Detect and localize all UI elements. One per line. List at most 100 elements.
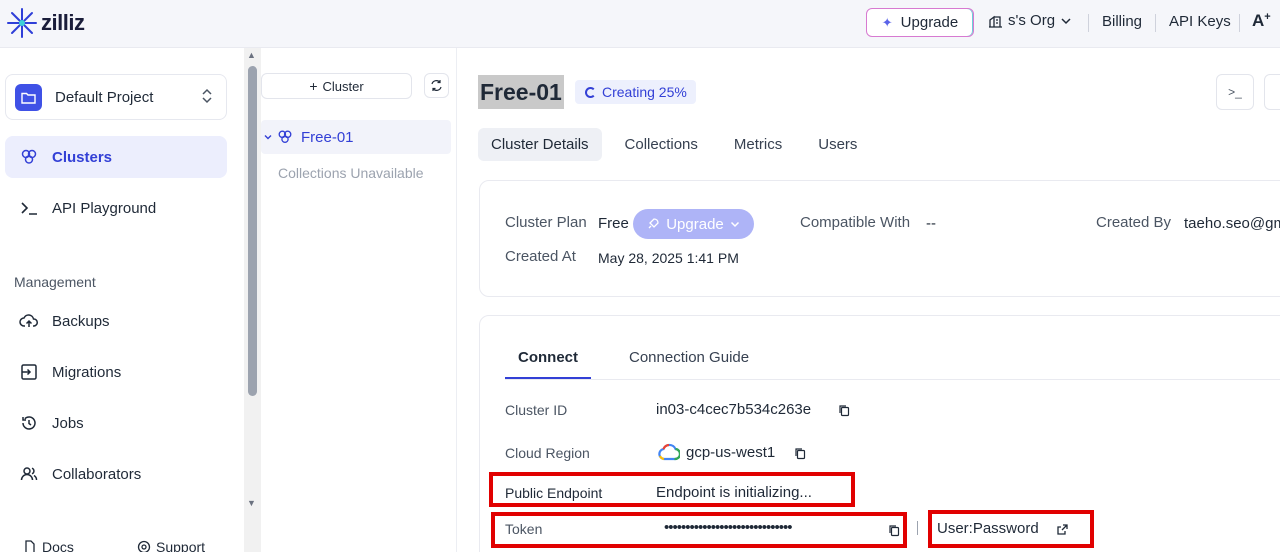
billing-link[interactable]: Billing [1102, 13, 1142, 30]
chevron-down-icon [730, 221, 739, 228]
org-name: s's Org [1008, 12, 1056, 29]
project-name: Default Project [55, 88, 154, 106]
cluster-tabs: Cluster Details Collections Metrics User… [478, 128, 880, 161]
created-by-label: Created By [1096, 214, 1172, 231]
clusters-icon [19, 148, 39, 166]
sparkle-icon: ✦ [881, 14, 893, 30]
tree-cluster-name: Free-01 [301, 128, 354, 146]
section-label-management: Management [14, 274, 96, 290]
users-icon [19, 465, 39, 483]
cloud-region-label: Cloud Region [505, 445, 590, 461]
tab-cluster-details[interactable]: Cluster Details [478, 128, 602, 161]
collections-unavailable-label: Collections Unavailable [278, 165, 424, 181]
upgrade-button-label: Upgrade [900, 14, 959, 31]
refresh-button[interactable] [424, 73, 449, 98]
api-keys-link[interactable]: API Keys [1169, 13, 1231, 30]
tab-users[interactable]: Users [805, 128, 870, 161]
cluster-details-card: Cluster Plan Free Upgrade Compatible Wit… [479, 180, 1280, 297]
docs-label: Docs [42, 539, 74, 552]
highlight-box-token [491, 512, 907, 548]
created-at-value: May 28, 2025 1:41 PM [598, 250, 739, 266]
clusters-icon [278, 130, 292, 143]
support-link[interactable]: Support [137, 539, 205, 552]
copy-icon[interactable] [838, 404, 850, 422]
logo-text: zilliz [41, 10, 85, 35]
page-title: Free-01 [478, 75, 564, 109]
status-badge: Creating 25% [575, 80, 696, 104]
tab-metrics[interactable]: Metrics [721, 128, 795, 161]
org-selector[interactable]: s's Org [988, 12, 1073, 29]
terminal-button[interactable]: >_ [1216, 74, 1254, 110]
sidebar-item-label: Migrations [52, 363, 122, 381]
sidebar-item-label: Jobs [52, 414, 84, 432]
sidebar-item-backups[interactable]: Backups [5, 300, 227, 342]
sidebar-item-label: Collaborators [52, 465, 142, 483]
folder-icon [15, 83, 42, 111]
highlight-box-user-password [928, 510, 1094, 548]
top-bar: zilliz ✦ Upgrade s's Org Billing API Key… [0, 0, 1280, 48]
history-icon [19, 414, 39, 432]
sidebar-item-clusters[interactable]: Clusters [5, 136, 227, 178]
refresh-icon [431, 80, 442, 91]
status-text: Creating 25% [602, 84, 687, 100]
google-cloud-icon [658, 443, 682, 466]
plan-upgrade-label: Upgrade [666, 215, 724, 233]
chevron-down-icon [264, 135, 272, 140]
sidebar-item-jobs[interactable]: Jobs [5, 402, 227, 444]
cluster-plan-value: Free [598, 215, 629, 232]
copy-icon[interactable] [794, 447, 806, 465]
terminal-icon [19, 200, 39, 216]
sidebar-item-label: API Playground [52, 199, 157, 217]
sidebar-item-migrations[interactable]: Migrations [5, 351, 227, 393]
docs-link[interactable]: Docs [24, 539, 74, 552]
cluster-id-value: in03-c4cec7b534c263e [656, 401, 812, 418]
scroll-up-arrow-icon[interactable]: ▲ [247, 50, 256, 60]
building-icon [989, 15, 1002, 28]
sidebar-item-api-playground[interactable]: API Playground [5, 187, 227, 229]
text-size-plus-icon: + [1264, 11, 1271, 23]
cluster-tree-panel: + Cluster Free-01 Collections Unavailabl… [261, 48, 457, 552]
tab-connection-guide[interactable]: Connection Guide [629, 349, 749, 379]
scrollbar-thumb[interactable] [248, 66, 257, 396]
created-by-value: taeho.seo@gm [1184, 215, 1280, 232]
created-at-label: Created At [505, 248, 576, 265]
plan-upgrade-button[interactable]: Upgrade [633, 209, 754, 239]
sidebar-item-label: Backups [52, 312, 110, 330]
support-icon [137, 540, 151, 552]
support-label: Support [156, 539, 206, 552]
terminal-icon: >_ [1228, 85, 1242, 99]
zilliz-logo[interactable]: zilliz [6, 6, 85, 40]
cloud-region-value: gcp-us-west1 [686, 444, 776, 461]
sidebar-item-collaborators[interactable]: Collaborators [5, 453, 227, 495]
rocket-icon [648, 218, 659, 229]
migration-icon [19, 363, 39, 381]
highlight-box-endpoint [489, 472, 855, 507]
scroll-down-arrow-icon[interactable]: ▼ [247, 498, 256, 508]
zilliz-star-icon [7, 8, 37, 38]
plus-icon: + [309, 78, 318, 94]
cloud-upload-icon [19, 313, 39, 329]
add-cluster-label: Cluster [322, 78, 364, 94]
divider [1155, 14, 1156, 32]
project-selector[interactable]: Default Project [5, 74, 227, 120]
more-button[interactable] [1264, 74, 1280, 110]
divider [1239, 14, 1240, 32]
tab-connect[interactable]: Connect [505, 349, 591, 379]
cluster-id-label: Cluster ID [505, 402, 568, 418]
chevron-down-icon [1061, 17, 1071, 24]
add-cluster-button[interactable]: + Cluster [261, 73, 412, 99]
connect-subtabs: Connect Connection Guide [505, 343, 1280, 380]
text-size-button[interactable]: A+ [1252, 11, 1271, 31]
document-icon [25, 540, 35, 552]
text-size-label: A [1252, 11, 1265, 30]
divider [1088, 14, 1089, 32]
cluster-plan-label: Cluster Plan [505, 214, 587, 231]
tab-collections[interactable]: Collections [612, 128, 711, 161]
compatible-with-label: Compatible With [800, 214, 911, 231]
chevron-updown-icon [202, 88, 212, 105]
tree-item-cluster[interactable]: Free-01 [261, 120, 451, 154]
sidebar: Default Project Clusters API Playground … [0, 48, 244, 552]
upgrade-button[interactable]: ✦ Upgrade [866, 8, 974, 37]
sidebar-item-label: Clusters [52, 148, 113, 166]
loading-spinner-icon [585, 86, 596, 98]
